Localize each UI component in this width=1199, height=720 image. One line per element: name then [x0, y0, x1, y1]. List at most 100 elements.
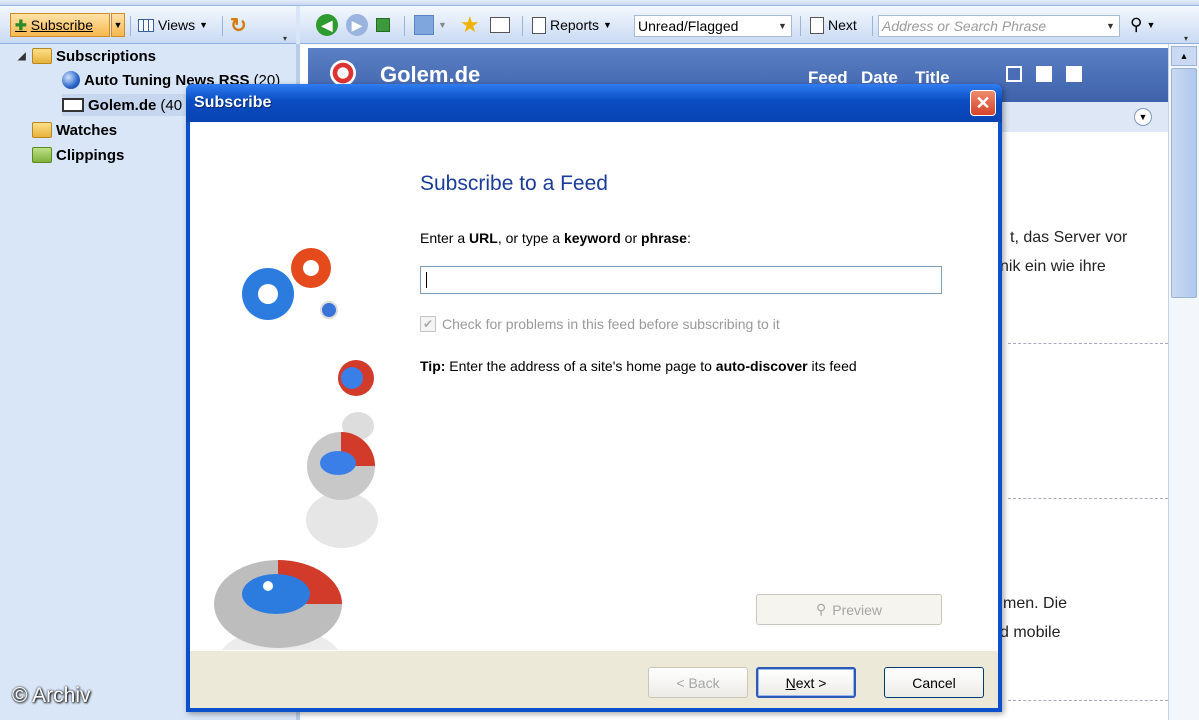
- mark-read-button[interactable]: [372, 13, 394, 37]
- text-cursor: [426, 272, 427, 288]
- filter-value: Unread/Flagged: [638, 18, 739, 34]
- folder-icon: [32, 147, 52, 163]
- chevron-down-icon: ▼: [199, 20, 209, 30]
- watermark: © Archiv: [12, 684, 91, 707]
- main-toolbar: ◀ ▶ ▼ ★ Reports ▼ Unread/Flagged ▼ Next …: [300, 6, 1199, 44]
- unread-count: (40: [160, 96, 183, 114]
- next-unread-button[interactable]: Next: [806, 13, 861, 37]
- tree-item-subscriptions[interactable]: ◢ Subscriptions: [18, 45, 156, 67]
- article-divider: [1008, 700, 1168, 701]
- chevron-down-icon[interactable]: ▼: [775, 17, 790, 35]
- rss-button[interactable]: ▼: [410, 13, 451, 37]
- chevron-down-icon[interactable]: ▼: [1103, 17, 1118, 35]
- tree-label: Watches: [56, 121, 118, 139]
- prompt-phrase-bold: phrase: [641, 230, 687, 246]
- tree-label: Clippings: [56, 146, 125, 164]
- mark-read-icon: [376, 18, 390, 32]
- back-nav-button[interactable]: ◀: [312, 13, 342, 37]
- tip-bold: auto-discover: [715, 358, 808, 374]
- tree-item-feed[interactable]: Golem.de (40: [62, 94, 191, 116]
- folder-add-icon: [490, 17, 510, 33]
- tree-item-clippings[interactable]: Clippings: [32, 144, 124, 166]
- reports-label: Reports: [550, 17, 600, 33]
- article-divider: [1008, 343, 1168, 344]
- toolbar-separator: [130, 16, 131, 36]
- toolbar-grip-icon[interactable]: ▾: [283, 34, 291, 43]
- forward-arrow-icon: ▶: [346, 14, 368, 36]
- address-search-input[interactable]: Address or Search Phrase ▼: [878, 15, 1120, 37]
- summary-view-icon[interactable]: [1036, 66, 1052, 82]
- prompt-keyword-bold: keyword: [563, 230, 621, 246]
- toolbar-separator: [222, 16, 223, 36]
- toolbar-separator: [404, 16, 405, 36]
- list-view-icon[interactable]: [1006, 66, 1022, 82]
- scrollbar-thumb[interactable]: [1171, 68, 1197, 298]
- article-text-line: d mobile: [1000, 624, 1061, 641]
- toolbar-grip-icon[interactable]: ▾: [1184, 34, 1192, 43]
- tip-text: Tip: Enter the address of a site's home …: [420, 358, 857, 374]
- preview-label: Preview: [832, 601, 883, 618]
- chevron-down-icon: ▼: [1146, 20, 1156, 30]
- toolbar-separator: [522, 16, 523, 36]
- views-button[interactable]: Views ▼: [134, 13, 212, 37]
- vertical-scrollbar[interactable]: ▲: [1168, 44, 1199, 720]
- next-label: Next >: [785, 674, 827, 691]
- cancel-button[interactable]: Cancel: [884, 667, 984, 698]
- search-button[interactable]: ⚲ ▼: [1126, 13, 1159, 37]
- report-icon: [532, 16, 546, 34]
- tip-label: Tip:: [420, 358, 446, 374]
- filter-select[interactable]: Unread/Flagged ▼: [634, 15, 792, 37]
- article-text-line: nik ein wie ihre: [1000, 258, 1106, 275]
- tree-item-watches[interactable]: Watches: [32, 119, 117, 141]
- close-button[interactable]: ✕: [970, 90, 996, 116]
- article-text-line: men. Die: [1003, 595, 1068, 612]
- check-problems-row[interactable]: ✔ Check for problems in this feed before…: [420, 316, 780, 332]
- preview-button[interactable]: ⚲ Preview: [756, 594, 942, 625]
- url-input[interactable]: [420, 266, 942, 294]
- toolbar-separator: [872, 16, 873, 36]
- tree-label: Golem.de: [88, 96, 157, 114]
- scroll-up-icon[interactable]: ▲: [1171, 46, 1197, 66]
- flag-star-button[interactable]: ★: [456, 12, 484, 37]
- subscribe-dialog: Subscribe ✕ Subscribe to a Feed Enter a …: [186, 84, 1002, 712]
- close-icon: ✕: [975, 92, 991, 113]
- add-feed-icon: ✚: [15, 16, 27, 33]
- url-prompt: Enter a URL, or type a keyword or phrase…: [420, 230, 691, 246]
- back-button[interactable]: < Back: [648, 667, 748, 698]
- next-button[interactable]: Next >: [756, 667, 856, 698]
- chevron-down-icon: ▼: [438, 20, 447, 30]
- article-text-line: t, das Server vor: [1010, 229, 1128, 246]
- chevron-down-icon: ▼: [603, 20, 612, 30]
- refresh-icon: ↻: [230, 14, 247, 37]
- chevron-down-icon[interactable]: ▼: [1134, 108, 1152, 126]
- forward-nav-button[interactable]: ▶: [342, 13, 372, 37]
- subscribe-label: Subscribe: [30, 17, 93, 33]
- star-icon: ★: [460, 12, 480, 37]
- subscribe-button[interactable]: ✚ Subscribe: [10, 13, 110, 37]
- subscribe-dropdown-button[interactable]: ▼: [111, 13, 125, 37]
- gears-illustration: [214, 248, 378, 652]
- dialog-body: Subscribe to a Feed Enter a URL, or type…: [190, 122, 998, 652]
- full-view-icon[interactable]: [1066, 66, 1082, 82]
- next-label: Next: [828, 17, 857, 33]
- refresh-button[interactable]: ↻: [226, 13, 251, 37]
- new-folder-button[interactable]: [486, 13, 514, 37]
- article-divider: [1008, 498, 1168, 499]
- tip-body: its feed: [807, 358, 857, 374]
- left-toolbar: ✚ Subscribe ▼ Views ▼ ↻ ▾: [0, 6, 296, 44]
- reports-button[interactable]: Reports ▼: [528, 13, 616, 37]
- back-label: < Back: [676, 674, 720, 691]
- check-problems-checkbox[interactable]: ✔: [420, 316, 436, 332]
- address-search-placeholder: Address or Search Phrase: [882, 18, 1047, 34]
- prompt-url-bold: URL: [469, 230, 498, 246]
- folder-icon: [32, 122, 52, 138]
- prompt-text: :: [686, 230, 691, 246]
- dialog-titlebar[interactable]: Subscribe ✕: [186, 84, 1002, 122]
- newspaper-icon: [62, 98, 84, 112]
- tree-label: Subscriptions: [56, 47, 157, 65]
- dialog-title: Subscribe: [194, 94, 272, 111]
- search-icon: ⚲: [815, 601, 827, 617]
- dialog-footer: < Back Next > Cancel: [190, 650, 998, 708]
- collapse-triangle-icon[interactable]: ◢: [18, 51, 28, 62]
- prompt-text: , or type a: [497, 230, 564, 246]
